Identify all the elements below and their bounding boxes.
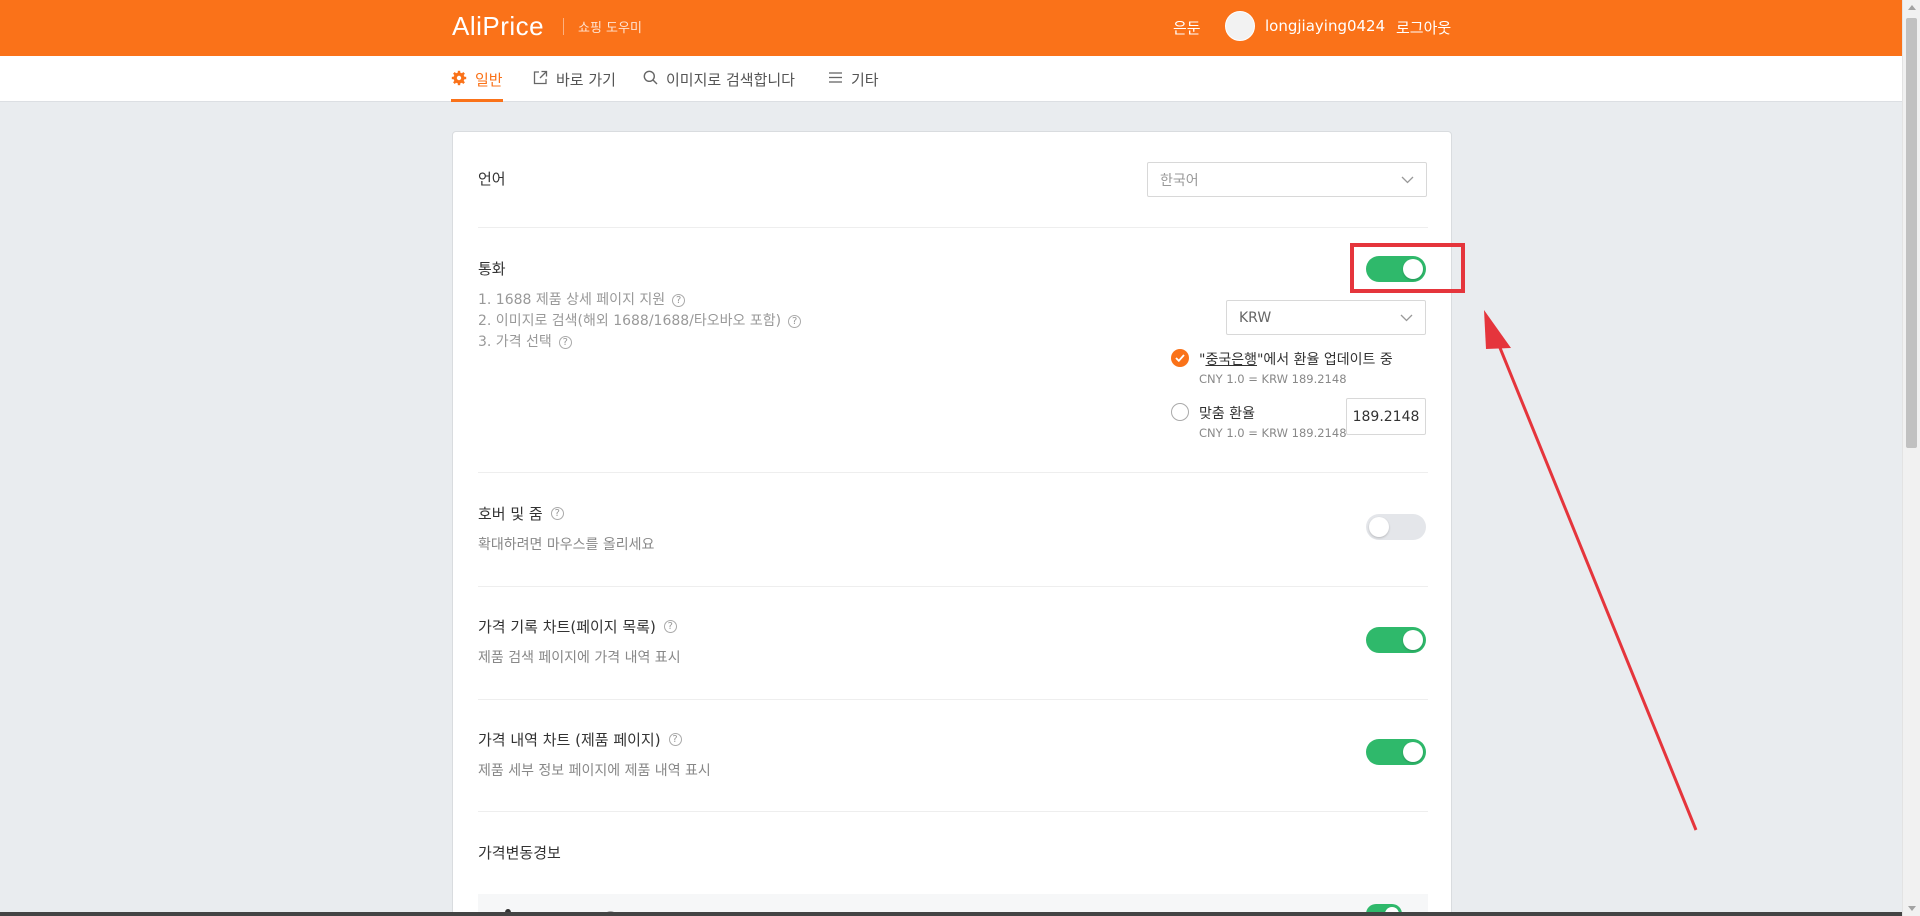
help-icon[interactable]: ? bbox=[668, 733, 682, 746]
logo-subtitle: 쇼핑 도우미 bbox=[578, 21, 642, 36]
gear-icon bbox=[451, 70, 467, 86]
toggle-knob bbox=[1403, 742, 1423, 762]
settings-card: 언어 한국어 통화 1. 1688 제품 상세 페이지 지원? 2. 이미지로 … bbox=[452, 131, 1452, 916]
divider bbox=[478, 586, 1428, 587]
toggle-knob bbox=[1369, 517, 1389, 537]
divider bbox=[478, 472, 1428, 473]
language-label: 언어 bbox=[478, 170, 506, 188]
window-bottom-edge bbox=[0, 912, 1902, 916]
scrollbar-thumb[interactable] bbox=[1906, 18, 1917, 448]
currency-select-value: KRW bbox=[1239, 309, 1272, 326]
language-select-value: 한국어 bbox=[1160, 172, 1199, 189]
bank-rate-radio[interactable] bbox=[1171, 349, 1189, 367]
logout-link[interactable]: 로그아웃 bbox=[1396, 17, 1451, 38]
logo-divider bbox=[563, 18, 564, 35]
help-icon[interactable]: ? bbox=[558, 336, 572, 349]
currency-feature-item: 2. 이미지로 검색(해외 1688/1688/타오바오 포함)? bbox=[478, 311, 802, 332]
price-history-product-desc: 제품 세부 정보 페이지에 제품 내역 표시 bbox=[478, 763, 711, 779]
username[interactable]: longjiaying0424 bbox=[1265, 17, 1385, 35]
hover-zoom-title: 호버 및 줌? bbox=[478, 503, 564, 524]
check-icon bbox=[1175, 354, 1185, 362]
avatar[interactable] bbox=[1225, 11, 1255, 41]
scroll-down-icon[interactable] bbox=[1908, 906, 1916, 911]
bank-rate-suffix: "에서 환율 업데이트 중 bbox=[1256, 352, 1393, 368]
tab-image-search-label: 이미지로 검색합니다 bbox=[666, 71, 795, 89]
custom-rate-label: 맞춤 환율 bbox=[1199, 406, 1255, 422]
currency-feature-text: 2. 이미지로 검색(해외 1688/1688/타오바오 포함) bbox=[478, 313, 782, 329]
hover-zoom-desc: 확대하려면 마우스를 올리세요 bbox=[478, 537, 655, 553]
divider bbox=[478, 227, 1428, 228]
help-icon[interactable]: ? bbox=[672, 294, 686, 307]
tab-other[interactable]: 기타 bbox=[828, 69, 879, 102]
help-icon[interactable]: ? bbox=[788, 315, 802, 328]
tab-shortcut-label: 바로 가기 bbox=[556, 71, 616, 89]
hover-zoom-toggle[interactable] bbox=[1366, 514, 1426, 540]
search-icon bbox=[643, 70, 658, 85]
toggle-knob bbox=[1403, 630, 1423, 650]
currency-feature-item: 3. 가격 선택? bbox=[478, 332, 801, 353]
hover-zoom-label: 호버 및 줌 bbox=[478, 505, 543, 523]
settings-tab-bar: 일반 바로 가기 이미지로 검색합니다 기타 bbox=[0, 56, 1902, 102]
currency-feature-item: 1. 1688 제품 상세 페이지 지원? bbox=[478, 290, 801, 311]
chevron-down-icon bbox=[1400, 314, 1413, 321]
custom-rate-value: CNY 1.0 = KRW 189.2148 bbox=[1199, 426, 1347, 440]
currency-feature-text: 3. 가격 선택 bbox=[478, 334, 552, 350]
external-link-icon bbox=[533, 70, 548, 85]
tab-general-label: 일반 bbox=[475, 71, 503, 89]
price-alert-title: 가격변동경보 bbox=[478, 842, 561, 863]
aliprice-logo[interactable]: AliPrice bbox=[452, 11, 544, 42]
tab-shortcut[interactable]: 바로 가기 bbox=[533, 69, 616, 102]
price-history-product-toggle[interactable] bbox=[1366, 739, 1426, 765]
divider bbox=[478, 699, 1428, 700]
custom-rate-radio[interactable] bbox=[1171, 403, 1189, 421]
price-history-product-title: 가격 내역 차트 (제품 페이지)? bbox=[478, 729, 682, 750]
price-alert-label: 가격변동경보 bbox=[478, 844, 561, 862]
currency-title: 통화 bbox=[478, 258, 506, 279]
annotation-highlight-box bbox=[1350, 243, 1465, 293]
page-scrollbar[interactable] bbox=[1902, 0, 1920, 916]
currency-select[interactable]: KRW bbox=[1226, 300, 1426, 335]
menu-icon bbox=[829, 72, 842, 83]
language-title: 언어 bbox=[478, 168, 506, 189]
price-history-list-label: 가격 기록 차트(페이지 목록) bbox=[478, 618, 656, 636]
tab-other-label: 기타 bbox=[851, 71, 879, 89]
incognito-mode-link[interactable]: 은둔 bbox=[1173, 17, 1201, 38]
bank-rate-value: CNY 1.0 = KRW 189.2148 bbox=[1199, 372, 1347, 386]
currency-label: 통화 bbox=[478, 260, 506, 278]
help-icon[interactable]: ? bbox=[663, 620, 677, 633]
top-header: AliPrice 쇼핑 도우미 은둔 longjiaying0424 로그아웃 bbox=[0, 0, 1902, 56]
currency-feature-text: 1. 1688 제품 상세 페이지 지원 bbox=[478, 292, 666, 308]
price-history-list-desc: 제품 검색 페이지에 가격 내역 표시 bbox=[478, 650, 681, 666]
currency-feature-list: 1. 1688 제품 상세 페이지 지원? 2. 이미지로 검색(해외 1688… bbox=[478, 290, 802, 353]
scroll-up-icon[interactable] bbox=[1908, 5, 1916, 10]
tab-general[interactable]: 일반 bbox=[451, 69, 503, 102]
language-select[interactable]: 한국어 bbox=[1147, 162, 1427, 197]
bank-of-china-link[interactable]: 중국은행 bbox=[1205, 352, 1257, 368]
bank-rate-label: "중국은행"에서 환율 업데이트 중 bbox=[1199, 349, 1393, 369]
price-history-product-label: 가격 내역 차트 (제품 페이지) bbox=[478, 731, 661, 749]
custom-rate-input[interactable]: 189.2148 bbox=[1346, 398, 1426, 435]
chevron-down-icon bbox=[1401, 176, 1414, 183]
divider bbox=[478, 811, 1428, 812]
annotation-arrow-icon bbox=[1484, 310, 1698, 831]
tab-image-search[interactable]: 이미지로 검색합니다 bbox=[643, 69, 795, 102]
price-history-list-title: 가격 기록 차트(페이지 목록)? bbox=[478, 616, 677, 637]
price-history-list-toggle[interactable] bbox=[1366, 627, 1426, 653]
help-icon[interactable]: ? bbox=[550, 507, 564, 520]
